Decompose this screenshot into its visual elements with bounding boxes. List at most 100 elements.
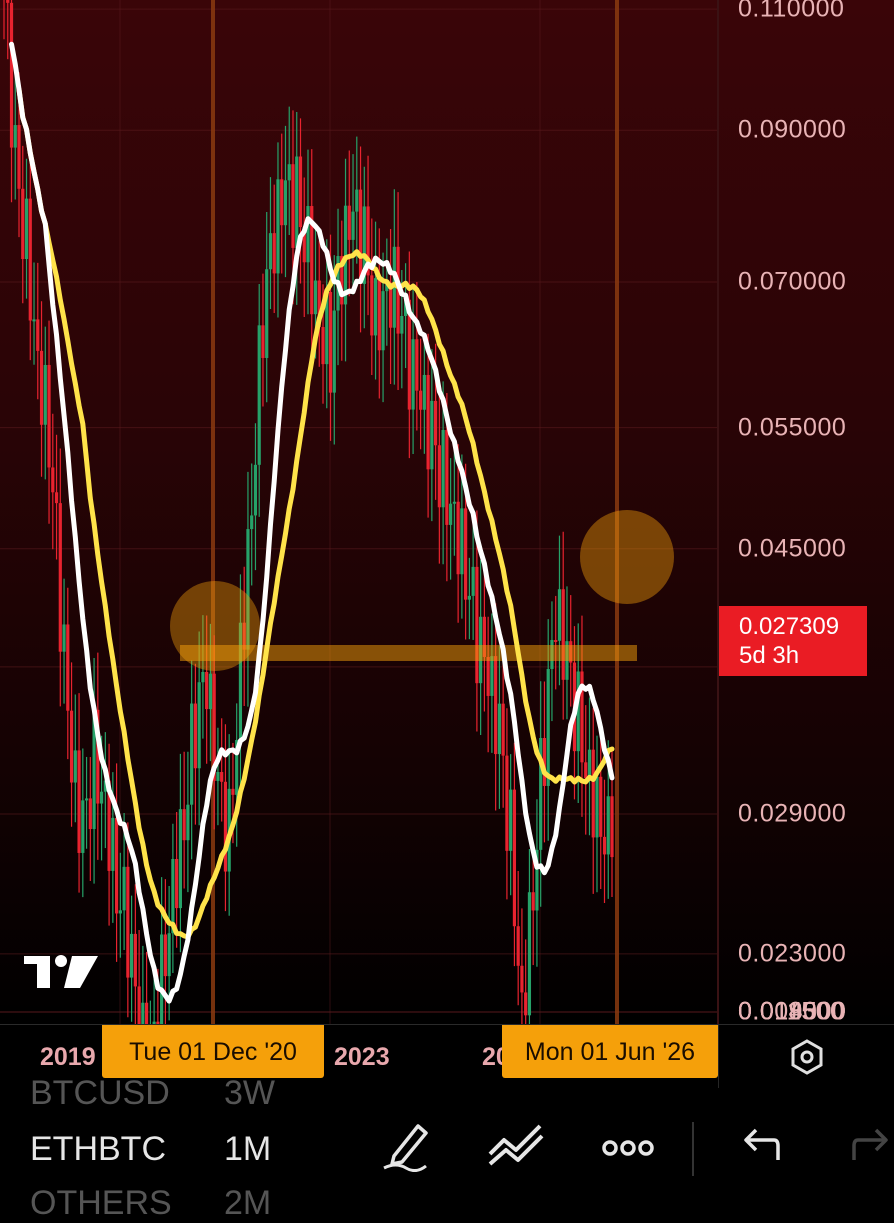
candle-up [178, 809, 182, 909]
candle-up [186, 804, 190, 841]
candle-down [554, 640, 558, 643]
candle-down [182, 809, 186, 841]
candle-down [261, 325, 265, 358]
bottom-toolbar: BTCUSD 3W ETHBTC 1M OTHERS 2M [0, 1074, 894, 1222]
candle-up [441, 430, 445, 508]
candle-down [520, 965, 524, 993]
candle-up [268, 233, 273, 270]
candle-up [546, 669, 550, 786]
crosshair-date-badge-1: Tue 01 Dec '20 [102, 1025, 324, 1078]
candle-down [193, 703, 198, 769]
price-axis-label: 0.090000 [738, 115, 847, 144]
candle-up [62, 624, 66, 652]
candle-up [130, 933, 134, 978]
candle-up [81, 800, 85, 853]
candle-up [351, 211, 355, 240]
candle-up [118, 910, 122, 914]
candle-down [220, 772, 224, 782]
candle-down [415, 339, 419, 391]
candle-down [377, 278, 381, 351]
candle-up [557, 589, 562, 641]
candle-down [599, 776, 603, 837]
candle-down [145, 1002, 149, 1024]
candle-up [276, 179, 280, 274]
candle-up [355, 189, 359, 212]
hexagon-settings-icon [791, 1039, 823, 1075]
candle-down [223, 781, 228, 872]
candle-up [216, 772, 220, 781]
candle-up [257, 325, 261, 465]
candle-up [497, 703, 502, 755]
year-label: 2023 [334, 1043, 390, 1071]
candle-down [610, 796, 614, 858]
pencil-icon[interactable] [380, 1116, 430, 1172]
toolbar-divider [692, 1122, 694, 1176]
candle-down [494, 656, 498, 755]
candle-up [73, 750, 77, 783]
candle-up [160, 934, 164, 1024]
candle-down [205, 671, 209, 710]
candle-up [287, 164, 291, 181]
candle-down [456, 501, 460, 575]
price-axis-label: 0.009300 [738, 997, 847, 1025]
candle-down [66, 624, 70, 711]
redo-icon[interactable] [852, 1116, 892, 1172]
undo-icon[interactable] [738, 1116, 782, 1172]
candle-down [36, 319, 40, 351]
price-chart[interactable] [0, 0, 894, 1024]
candle-up [99, 791, 104, 804]
candle-down [445, 430, 449, 525]
candle-down [501, 703, 505, 756]
candle-up [32, 319, 36, 322]
candle-down [524, 992, 528, 1016]
candle-down [486, 656, 490, 696]
year-label: 2019 [40, 1043, 96, 1071]
candle-down [298, 156, 303, 228]
price-axis-label: 0.023000 [738, 939, 847, 968]
candle-down [51, 467, 55, 493]
chart-settings-button[interactable] [718, 1025, 894, 1089]
candle-down [163, 934, 167, 977]
candle-down [9, 2, 14, 148]
candle-down [58, 503, 62, 652]
candle-up [24, 198, 29, 259]
candle-down [77, 750, 81, 853]
highlight-circle-right [580, 510, 674, 604]
last-price-value: 0.027309 [739, 613, 840, 640]
price-axis-label: 0.045000 [738, 534, 847, 563]
trend-lines-icon[interactable] [486, 1116, 546, 1172]
candle-down [54, 492, 59, 504]
candle-down [69, 710, 74, 783]
candle-down [426, 374, 430, 470]
candle-up [313, 280, 318, 315]
candle-up [111, 817, 115, 871]
candle-up [332, 310, 336, 393]
crosshair-date-badge-2: Mon 01 Jun '26 [502, 1025, 718, 1078]
candle-up [411, 339, 415, 410]
candle-down [370, 275, 374, 336]
candle-up [197, 682, 201, 769]
price-axis-label: 0.055000 [738, 413, 847, 442]
candle-down [584, 762, 588, 779]
candle-up [490, 656, 494, 696]
candle-up [208, 673, 213, 710]
chart-area[interactable]: 0.1400000.1100000.0900000.0700000.055000… [0, 0, 894, 1024]
candle-down [512, 789, 517, 927]
more-icon[interactable] [600, 1116, 656, 1172]
candle-down [272, 233, 276, 274]
candle-up [201, 671, 205, 683]
candle-down [47, 364, 51, 468]
candle-down [358, 189, 363, 284]
candle-down [321, 327, 325, 365]
candle-up [253, 464, 258, 516]
candle-down [126, 866, 130, 978]
candle-down [231, 788, 235, 795]
candle-up [373, 278, 378, 336]
candle-up [190, 703, 194, 805]
candle-up [43, 364, 47, 425]
candle-down [6, 0, 10, 3]
symbol-interval: 3W [224, 1074, 275, 1112]
candle-down [175, 858, 179, 909]
candle-down [114, 817, 119, 914]
candle-up [430, 400, 434, 470]
